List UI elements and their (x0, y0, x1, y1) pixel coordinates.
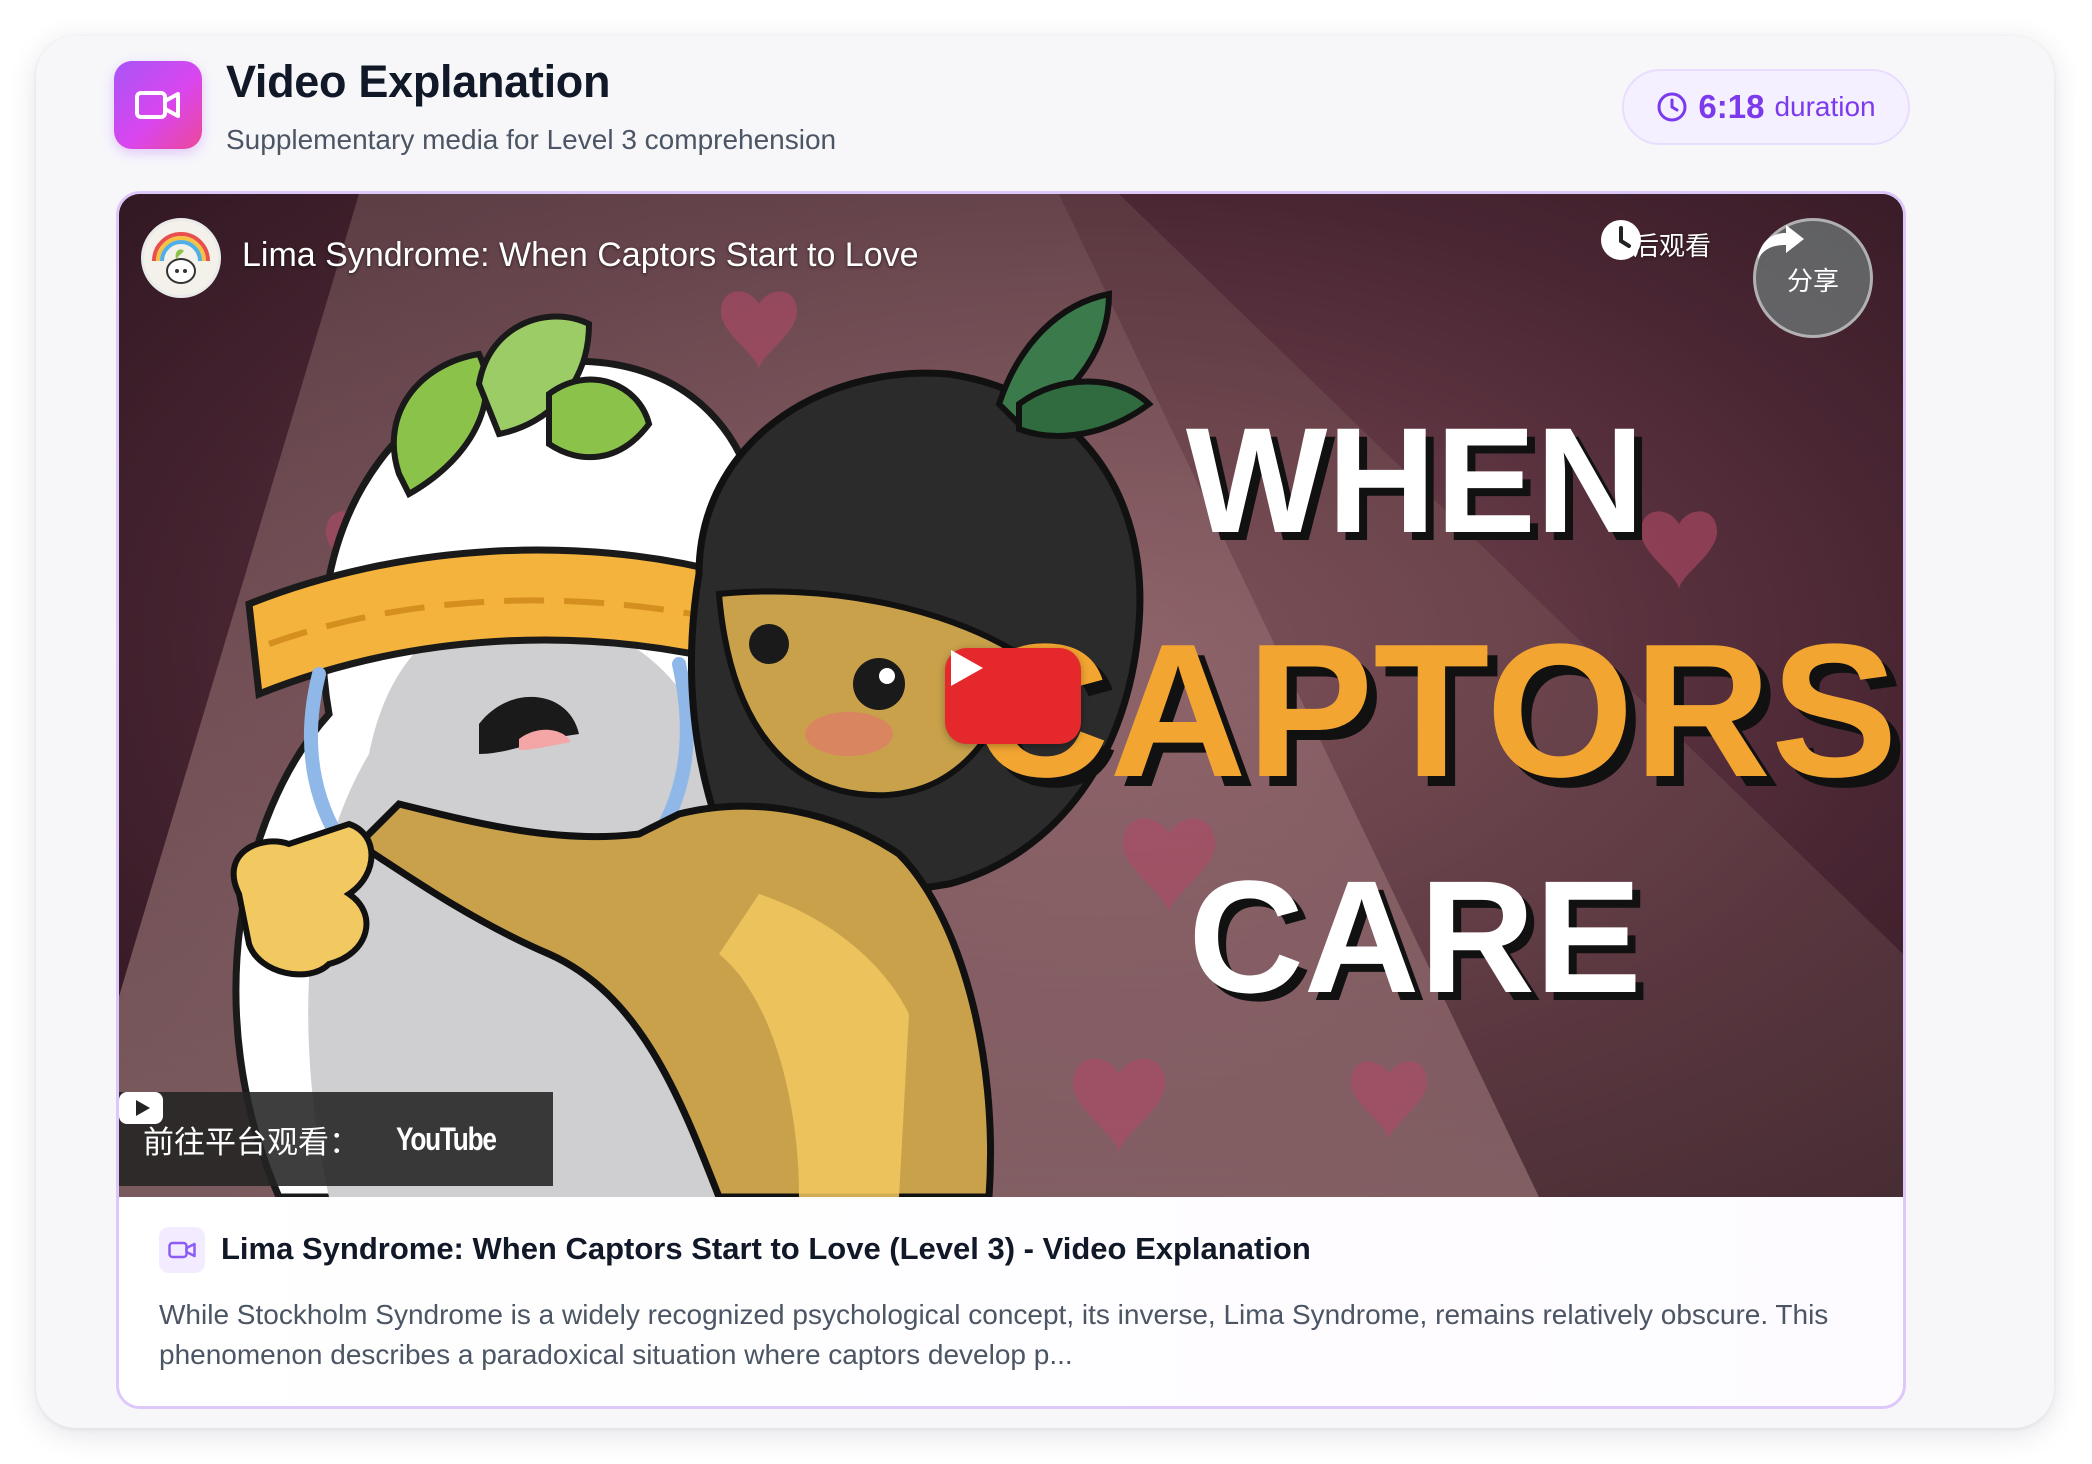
video-meta-title: Lima Syndrome: When Captors Start to Lov… (221, 1231, 1311, 1266)
duration-label: duration (1774, 91, 1876, 122)
thumbnail-text-care: CARE (1188, 847, 1641, 1026)
watch-on-label: 前往平台观看： (143, 1124, 360, 1160)
play-icon (951, 650, 983, 686)
youtube-logo: YouTube (119, 1092, 518, 1158)
youtube-play-icon (119, 1092, 163, 1124)
play-button[interactable] (945, 648, 1081, 744)
thumbnail-text-captors: CAPTORS (972, 605, 1898, 817)
video-camera-icon (114, 61, 202, 149)
share-button[interactable]: 分享 (1753, 218, 1873, 338)
video-embed[interactable]: WHEN WHEN CAPTORS CAPTORS CARE CARE Lima… (116, 191, 1906, 1409)
video-camera-icon (159, 1227, 205, 1273)
watch-later-button[interactable]: 稍后观看 (1599, 218, 1719, 263)
share-arrow-icon (1758, 225, 1804, 259)
duration-value: 6:18 (1698, 88, 1765, 125)
watch-on-youtube-link[interactable]: 前往平台观看： YouTube (119, 1092, 553, 1186)
thumbnail-text-when-front: WHEN (1186, 396, 1644, 564)
section-subtitle: Supplementary media for Level 3 comprehe… (226, 124, 837, 155)
video-meta-description: While Stockholm Syndrome is a widely rec… (159, 1299, 1829, 1370)
channel-avatar[interactable] (141, 218, 221, 298)
video-title-overlay[interactable]: Lima Syndrome: When Captors Start to Lov… (242, 236, 919, 275)
section-title: Video Explanation (226, 56, 611, 107)
video-meta: Lima Syndrome: When Captors Start to Lov… (119, 1197, 1903, 1406)
video-explanation-card: Video Explanation Supplementary media fo… (36, 36, 2054, 1428)
clock-icon (1601, 220, 1641, 260)
share-label: 分享 (1786, 265, 1839, 296)
clock-icon (1657, 92, 1687, 122)
video-thumbnail[interactable]: WHEN WHEN CAPTORS CAPTORS CARE CARE Lima… (119, 194, 1903, 1197)
duration-badge: 6:18 duration (1622, 69, 1910, 145)
youtube-wordmark: YouTube (396, 1120, 497, 1157)
